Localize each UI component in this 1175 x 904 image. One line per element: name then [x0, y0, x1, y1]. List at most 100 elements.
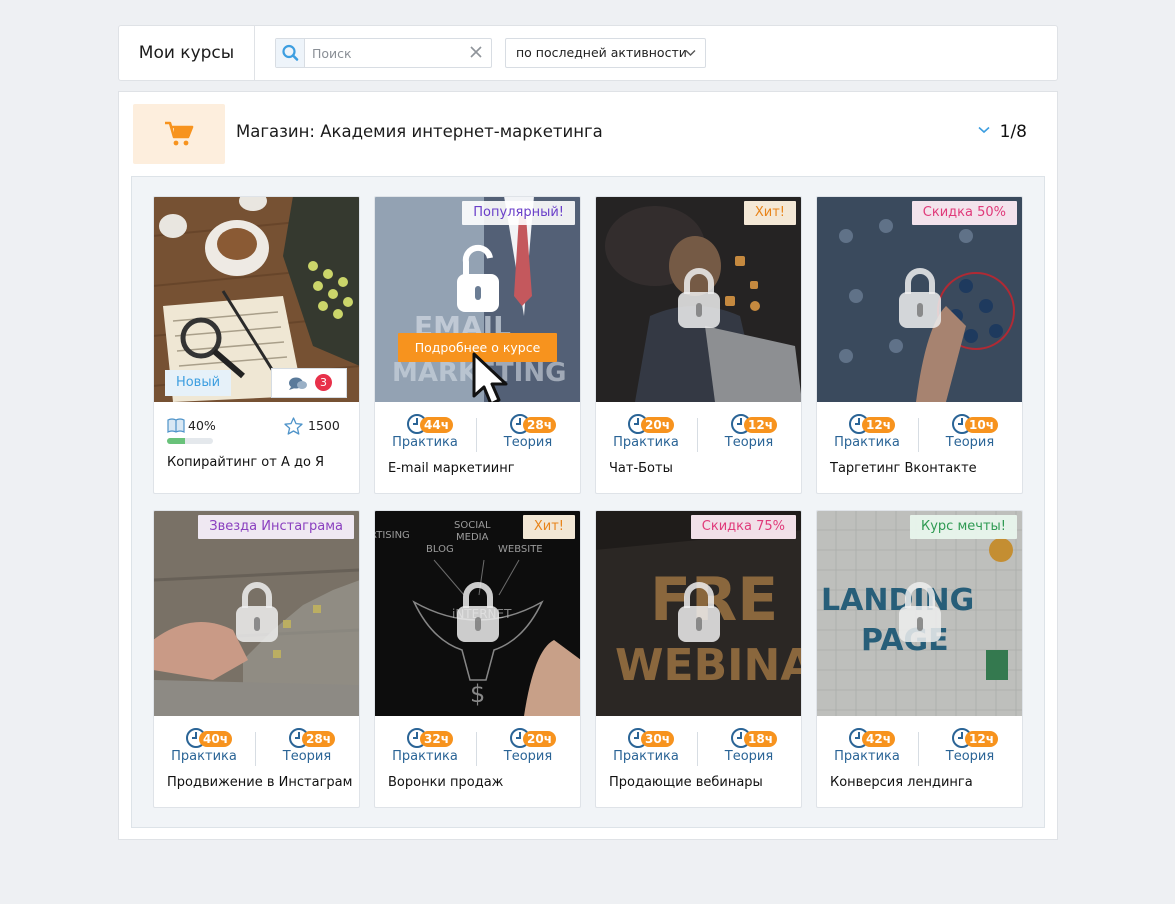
- shop-title: Магазин: Академия интернет-маркетинга: [236, 122, 603, 141]
- practice-stat: 44ч Практика: [380, 412, 470, 450]
- search-box: [275, 38, 492, 68]
- theory-label: Теория: [945, 435, 995, 450]
- practice-hours: 42ч: [862, 731, 895, 747]
- cursor-icon: [472, 352, 508, 402]
- practice-hours: 12ч: [862, 417, 895, 433]
- pager-label: 1/8: [999, 122, 1027, 142]
- star-icon: [284, 417, 303, 435]
- practice-hours: 44ч: [420, 417, 453, 433]
- svg-text:BLOG: BLOG: [426, 544, 454, 555]
- search-input[interactable]: [312, 44, 462, 62]
- status-badge: Звезда Инстаграма: [198, 515, 354, 539]
- divider: [476, 732, 477, 766]
- theory-hours: 12ч: [965, 731, 998, 747]
- course-card[interactable]: Новый 3 40% 1500 Копирайтинг от А до Я: [153, 196, 360, 494]
- course-thumbnail[interactable]: RTISINGBLOGSOCIALMEDIAWEBSITE iNTERNET $…: [374, 511, 580, 716]
- stats-row: 30ч Практика 18ч Теория: [596, 717, 801, 772]
- divider: [255, 732, 256, 766]
- lock-icon: [236, 582, 278, 642]
- course-card[interactable]: Хит! 20ч Практика 12ч Теория Чат-Боты: [595, 196, 802, 494]
- status-badge: Хит!: [522, 515, 575, 539]
- course-thumbnail[interactable]: FRE WEBINA Скидка 75%: [596, 511, 801, 716]
- lock-icon: [899, 582, 941, 642]
- practice-hours: 20ч: [641, 417, 674, 433]
- clear-icon[interactable]: [468, 44, 484, 60]
- stats-row: 32ч Практика 20ч Теория: [375, 717, 580, 772]
- theory-hours: 18ч: [744, 731, 777, 747]
- practice-stat: 40ч Практика: [159, 726, 249, 764]
- course-title[interactable]: Копирайтинг от А до Я: [167, 455, 324, 470]
- theory-hours: 28ч: [302, 731, 335, 747]
- practice-label: Практика: [613, 435, 679, 450]
- sort-select[interactable]: по последней активности: [505, 38, 706, 68]
- practice-stat: 32ч Практика: [380, 726, 470, 764]
- theory-stat: 20ч Теория: [483, 726, 573, 764]
- course-title[interactable]: Продающие вебинары: [609, 775, 763, 790]
- practice-stat: 42ч Практика: [822, 726, 912, 764]
- svg-text:SOCIAL: SOCIAL: [454, 520, 491, 531]
- comment-icon: [289, 377, 307, 390]
- theory-label: Теория: [503, 435, 553, 450]
- course-thumbnail[interactable]: Звезда Инстаграма: [154, 511, 359, 716]
- course-thumbnail[interactable]: Новый 3: [154, 197, 359, 402]
- svg-text:$: $: [470, 680, 485, 708]
- practice-stat: 20ч Практика: [601, 412, 691, 450]
- stats-row: 20ч Практика 12ч Теория: [596, 403, 801, 458]
- practice-hours: 30ч: [641, 731, 674, 747]
- course-title[interactable]: E-mail маркетиинг: [388, 461, 515, 476]
- practice-hours: 32ч: [420, 731, 453, 747]
- lock-icon: [678, 582, 720, 642]
- course-thumbnail[interactable]: Хит!: [596, 197, 801, 402]
- divider: [697, 418, 698, 452]
- course-title[interactable]: Конверсия лендинга: [830, 775, 973, 790]
- course-thumbnail[interactable]: Скидка 50%: [817, 197, 1022, 402]
- svg-text:RTISING: RTISING: [374, 530, 410, 541]
- comment-count: 3: [315, 374, 332, 391]
- divider: [697, 732, 698, 766]
- comments-button[interactable]: 3: [271, 368, 347, 398]
- search-icon[interactable]: [276, 39, 305, 67]
- chevron-down-icon[interactable]: [978, 126, 990, 134]
- status-badge: Хит!: [743, 201, 796, 225]
- progress-fill: [167, 438, 186, 444]
- course-card[interactable]: FRE WEBINA Скидка 75% 30ч Практика 18ч Те…: [595, 510, 802, 808]
- practice-stat: 12ч Практика: [822, 412, 912, 450]
- svg-text:WEBSITE: WEBSITE: [498, 544, 543, 555]
- progress-bar: [167, 438, 213, 444]
- course-card[interactable]: RTISINGBLOGSOCIALMEDIAWEBSITE iNTERNET $…: [374, 510, 581, 808]
- shop-panel: Магазин: Академия интернет-маркетинга 1/…: [118, 91, 1058, 840]
- course-card[interactable]: LANDINGPAGE Курс мечты! 42ч Практика 12ч…: [816, 510, 1023, 808]
- course-thumbnail[interactable]: LANDINGPAGE Курс мечты!: [817, 511, 1022, 716]
- page-title: Мои курсы: [119, 26, 255, 80]
- course-title[interactable]: Таргетинг Вконтакте: [830, 461, 977, 476]
- course-title[interactable]: Продвижение в Инстаграм: [167, 775, 352, 790]
- stats-row: 40ч Практика 28ч Теория: [154, 717, 359, 772]
- lock-icon: [457, 582, 499, 642]
- theory-stat: 18ч Теория: [704, 726, 794, 764]
- progress-percent: 40%: [188, 418, 216, 433]
- practice-label: Практика: [392, 435, 458, 450]
- points-value: 1500: [308, 418, 340, 433]
- theory-hours: 28ч: [523, 417, 556, 433]
- status-badge: Популярный!: [462, 201, 575, 225]
- course-title[interactable]: Воронки продаж: [388, 775, 503, 790]
- stats-row: 44ч Практика 28ч Теория: [375, 403, 580, 458]
- top-bar: Мои курсы по последней активности: [118, 25, 1058, 81]
- stats-row: 12ч Практика 10ч Теория: [817, 403, 1022, 458]
- course-card[interactable]: EMAIL MARKETING Популярный! Подробнее о …: [374, 196, 581, 494]
- unlock-icon: [457, 244, 499, 312]
- status-badge: Скидка 75%: [690, 515, 796, 539]
- course-thumbnail[interactable]: EMAIL MARKETING Популярный! Подробнее о …: [375, 197, 580, 402]
- practice-label: Практика: [392, 749, 458, 764]
- pager[interactable]: 1/8: [978, 122, 1027, 142]
- course-card[interactable]: Звезда Инстаграма 40ч Практика 28ч Теори…: [153, 510, 360, 808]
- course-card[interactable]: Скидка 50% 12ч Практика 10ч Теория Тарге…: [816, 196, 1023, 494]
- course-title[interactable]: Чат-Боты: [609, 461, 673, 476]
- theory-hours: 20ч: [523, 731, 556, 747]
- practice-label: Практика: [171, 749, 237, 764]
- status-badge: Новый: [165, 370, 231, 396]
- book-icon: [167, 418, 185, 433]
- lock-icon: [678, 268, 720, 328]
- theory-label: Теория: [503, 749, 553, 764]
- theory-label: Теория: [724, 435, 774, 450]
